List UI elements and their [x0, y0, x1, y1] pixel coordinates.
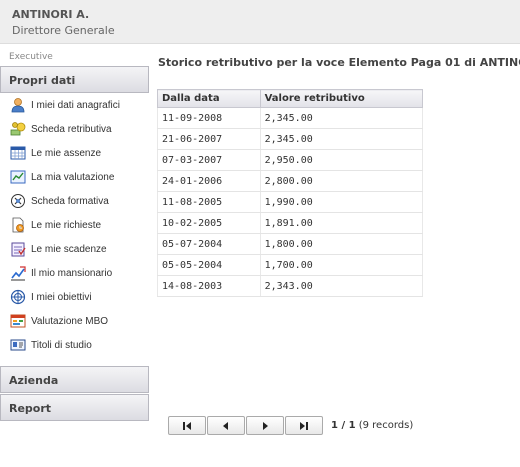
last-page-button[interactable] [285, 416, 323, 435]
cell-date: 05-05-2004 [157, 254, 261, 276]
sidebar-item-valutazione-mbo[interactable]: Valutazione MBO [0, 309, 149, 333]
cell-date: 05-07-2004 [157, 233, 261, 255]
user-header: ANTINORI A. Direttore Generale [0, 0, 520, 44]
first-page-icon [183, 422, 191, 430]
sidebar-item-richieste[interactable]: Le mie richieste [0, 213, 149, 237]
last-page-icon [300, 422, 308, 430]
sidebar-item-scheda-retributiva[interactable]: Scheda retributiva [0, 117, 149, 141]
cell-value: 2,345.00 [260, 128, 424, 150]
cell-date: 10-02-2005 [157, 212, 261, 234]
cell-value: 2,800.00 [260, 170, 424, 192]
degree-icon [10, 337, 26, 353]
table-row[interactable]: 05-07-2004 1,800.00 [157, 233, 424, 255]
sidebar-item-label: Le mie richieste [31, 219, 102, 231]
request-icon [10, 217, 26, 233]
target-icon [10, 289, 26, 305]
pager-info: 1 / 1 (9 records) [331, 420, 413, 431]
user-icon [10, 97, 26, 113]
report-header[interactable]: Report [0, 394, 149, 421]
cell-date: 21-06-2007 [157, 128, 261, 150]
user-name: ANTINORI A. [12, 8, 90, 21]
table-row[interactable]: 21-06-2007 2,345.00 [157, 128, 424, 150]
sidebar-item-obiettivi[interactable]: I miei obiettivi [0, 285, 149, 309]
table-row[interactable]: 07-03-2007 2,950.00 [157, 149, 424, 171]
cell-date: 24-01-2006 [157, 170, 261, 192]
sidebar-item-label: La mia valutazione [31, 171, 115, 183]
propri-dati-header[interactable]: Propri dati [0, 66, 149, 93]
table-row[interactable]: 11-09-2008 2,345.00 [157, 107, 424, 129]
table-row[interactable]: 05-05-2004 1,700.00 [157, 254, 424, 276]
cell-value: 1,891.00 [260, 212, 424, 234]
sidebar-item-label: I miei obiettivi [31, 291, 92, 303]
sidebar-item-label: Titoli di studio [31, 339, 92, 351]
first-page-button[interactable] [168, 416, 206, 435]
sidebar-item-scadenze[interactable]: Le mie scadenze [0, 237, 149, 261]
chart-icon [10, 169, 26, 185]
cell-value: 1,700.00 [260, 254, 424, 276]
sidebar-item-valutazione[interactable]: La mia valutazione [0, 165, 149, 189]
cell-value: 2,343.00 [260, 275, 424, 297]
sidebar-item-dati-anagrafici[interactable]: I miei dati anagrafici [0, 93, 149, 117]
page-title: Storico retributivo per la voce Elemento… [158, 56, 520, 69]
cell-date: 14-08-2003 [157, 275, 261, 297]
column-header-value[interactable]: Valore retributivo [259, 89, 424, 108]
column-header-date[interactable]: Dalla data [157, 89, 261, 108]
sidebar-item-titoli-studio[interactable]: Titoli di studio [0, 333, 149, 357]
sidebar-item-assenze[interactable]: Le mie assenze [0, 141, 149, 165]
table-row[interactable]: 10-02-2005 1,891.00 [157, 212, 424, 234]
azienda-header[interactable]: Azienda [0, 366, 149, 393]
salary-history-table: Dalla data Valore retributivo 11-09-2008… [157, 89, 424, 297]
table-row[interactable]: 14-08-2003 2,343.00 [157, 275, 424, 297]
duties-icon [10, 265, 26, 281]
section-label: Executive [9, 52, 53, 62]
mbo-icon [10, 313, 26, 329]
record-count: (9 records) [358, 420, 414, 431]
cell-value: 2,950.00 [260, 149, 424, 171]
cell-value: 1,800.00 [260, 233, 424, 255]
sidebar-item-label: Le mie scadenze [31, 243, 107, 255]
money-icon [10, 121, 26, 137]
sidebar-item-mansionario[interactable]: Il mio mansionario [0, 261, 149, 285]
prev-page-icon [223, 422, 228, 430]
table-header-row: Dalla data Valore retributivo [157, 89, 424, 108]
sidebar-item-label: Scheda retributiva [31, 123, 112, 135]
sidebar-item-scheda-formativa[interactable]: Scheda formativa [0, 189, 149, 213]
table-row[interactable]: 11-08-2005 1,990.00 [157, 191, 424, 213]
cell-value: 1,990.00 [260, 191, 424, 213]
page-indicator: 1 / 1 [331, 420, 356, 431]
sidebar: Propri dati I miei dati anagrafici Sched… [0, 66, 149, 426]
cell-value: 2,345.00 [260, 107, 424, 129]
sidebar-item-label: I miei dati anagrafici [31, 99, 120, 111]
propri-dati-menu: I miei dati anagrafici Scheda retributiv… [0, 93, 149, 366]
deadline-icon [10, 241, 26, 257]
next-page-button[interactable] [246, 416, 284, 435]
sidebar-item-label: Valutazione MBO [31, 315, 109, 327]
training-icon [10, 193, 26, 209]
prev-page-button[interactable] [207, 416, 245, 435]
user-role: Direttore Generale [12, 24, 115, 37]
calendar-icon [10, 145, 26, 161]
sidebar-item-label: Scheda formativa [31, 195, 109, 207]
sidebar-item-label: Il mio mansionario [31, 267, 113, 279]
cell-date: 07-03-2007 [157, 149, 261, 171]
sidebar-item-label: Le mie assenze [31, 147, 102, 159]
next-page-icon [263, 422, 268, 430]
cell-date: 11-08-2005 [157, 191, 261, 213]
table-row[interactable]: 24-01-2006 2,800.00 [157, 170, 424, 192]
cell-date: 11-09-2008 [157, 107, 261, 129]
